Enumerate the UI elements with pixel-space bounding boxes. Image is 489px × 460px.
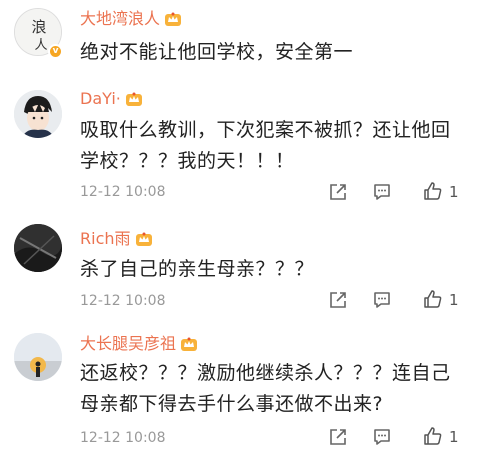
crown-badge-icon [181,337,198,351]
comment-icon[interactable] [372,182,392,202]
anime-avatar-icon [14,90,62,138]
comment-text: 吸取什么教训，下次犯案不被抓？还让他回 学校？？？我的天！！！ [80,119,451,172]
crown-badge-icon [135,232,152,246]
username-row: 大地湾浪人 [80,9,182,29]
timestamp: 12-12 10:08 [80,184,166,200]
share-icon[interactable] [328,290,348,310]
like-icon[interactable] [423,181,443,201]
username[interactable]: 大地湾浪人 [80,9,160,29]
comment-item: 浪 人 v 大地湾浪人 绝对不能让他回学校，安全第一 [0,0,489,80]
username-row: Rich雨 [80,229,153,249]
svg-text:浪: 浪 [31,18,46,36]
username[interactable]: Rich雨 [80,229,131,249]
timestamp: 12-12 10:08 [80,293,166,309]
like-icon[interactable] [423,426,443,446]
crown-badge-icon [125,92,142,106]
username[interactable]: 大长腿吴彦祖 [80,334,176,354]
username-row: 大长腿吴彦祖 [80,334,198,354]
timestamp: 12-12 10:08 [80,430,166,446]
comment-text: 杀了自己的亲生母亲？？？ [80,258,315,280]
comment-text: 绝对不能让他回学校，安全第一 [80,41,354,63]
comment-icon[interactable] [372,427,392,447]
avatar[interactable] [14,224,62,272]
verified-icon: v [48,44,63,59]
share-icon[interactable] [328,182,348,202]
share-icon[interactable] [328,427,348,447]
like-count: 1 [449,428,459,446]
comment-text: 还返校？？？激励他继续杀人？？？连自己 母亲都下得去手什么事还做不出来? [80,362,451,415]
like-icon[interactable] [423,289,443,309]
sunset-avatar-icon [14,333,62,381]
username-row: DaYi· [80,89,143,109]
like-count: 1 [449,291,459,309]
svg-text:人: 人 [34,38,47,53]
username[interactable]: DaYi· [80,89,121,109]
avatar[interactable] [14,333,62,381]
comment-icon[interactable] [372,290,392,310]
like-count: 1 [449,183,459,201]
crown-badge-icon [165,12,182,26]
avatar[interactable] [14,90,62,138]
photo-avatar-icon [14,224,62,272]
